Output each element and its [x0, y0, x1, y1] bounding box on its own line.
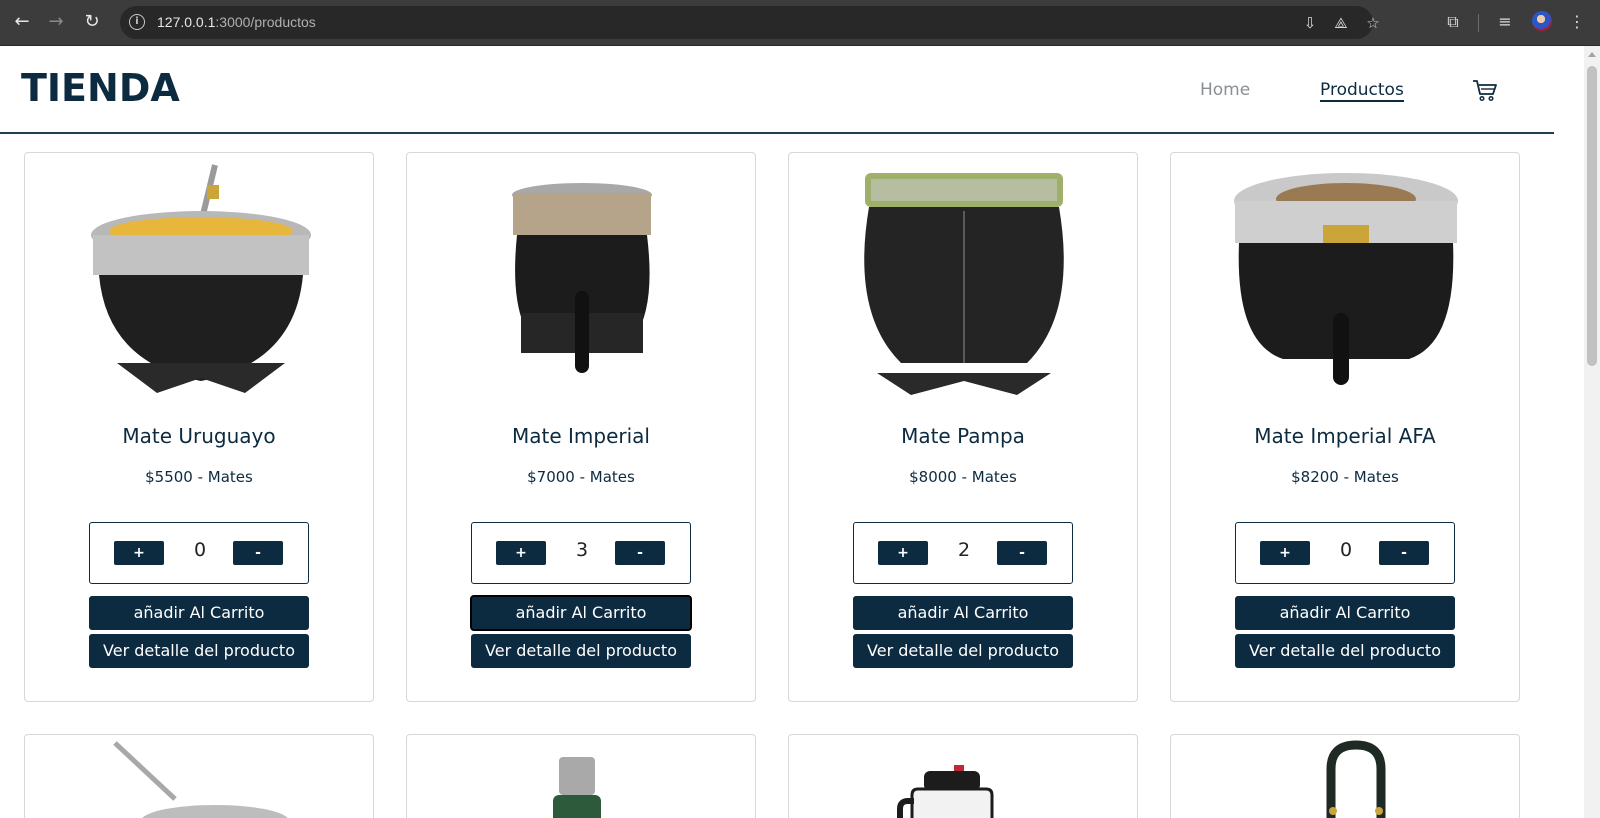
- qty-increase-button[interactable]: +: [878, 541, 928, 565]
- site-info-icon[interactable]: i: [129, 14, 145, 30]
- product-price: $8200 - Mates: [1291, 468, 1399, 486]
- cart-icon[interactable]: [1472, 78, 1498, 102]
- product-image-mate-pampa: [864, 173, 1064, 395]
- add-to-cart-button[interactable]: añadir Al Carrito: [470, 595, 692, 631]
- product-name: Mate Imperial AFA: [1254, 424, 1436, 448]
- product-price: $5500 - Mates: [145, 468, 253, 486]
- reload-icon[interactable]: ↻: [80, 10, 104, 34]
- toolbar-divider: [1478, 14, 1479, 32]
- page: TIENDA Home Productos Mate Uruguayo $550…: [0, 46, 1584, 818]
- view-detail-button[interactable]: Ver detalle del producto: [1235, 634, 1455, 668]
- product-image-matero: [1326, 740, 1386, 818]
- product-image-termo-blanco: [897, 765, 994, 818]
- product-image-mate-uruguayo: [91, 164, 311, 393]
- quantity-stepper: + 2 -: [853, 522, 1073, 584]
- product-image-mate-imperial: [512, 183, 652, 373]
- page-scrollbar[interactable]: [1584, 46, 1600, 818]
- product-card: [788, 734, 1138, 818]
- nav-productos[interactable]: Productos: [1320, 80, 1404, 102]
- add-to-cart-button[interactable]: añadir Al Carrito: [853, 596, 1073, 630]
- qty-value: 0: [193, 539, 207, 561]
- quantity-stepper: + 0 -: [1235, 522, 1455, 584]
- quantity-stepper: + 3 -: [471, 522, 691, 584]
- translate-icon[interactable]: ⟁: [1332, 14, 1350, 32]
- product-card: [406, 734, 756, 818]
- scroll-up-icon[interactable]: [1588, 52, 1596, 57]
- qty-decrease-button[interactable]: -: [1379, 541, 1429, 565]
- product-price: $8000 - Mates: [909, 468, 1017, 486]
- view-detail-button[interactable]: Ver detalle del producto: [853, 634, 1073, 668]
- qty-value: 3: [575, 539, 589, 561]
- scrollbar-thumb[interactable]: [1587, 66, 1597, 366]
- browser-toolbar: ← → ↻ i 127.0.0.1:3000/productos ⇩ ⟁ ☆ ⧉…: [0, 0, 1600, 46]
- url-text[interactable]: 127.0.0.1:3000/productos: [157, 14, 316, 30]
- product-card: Mate Imperial AFA $8200 - Mates + 0 - añ…: [1170, 152, 1520, 702]
- install-app-icon[interactable]: ⇩: [1301, 14, 1319, 32]
- product-image-mate-metal: [113, 741, 288, 818]
- qty-increase-button[interactable]: +: [496, 541, 546, 565]
- forward-icon[interactable]: →: [44, 10, 68, 34]
- nav-home[interactable]: Home: [1200, 80, 1250, 100]
- qty-decrease-button[interactable]: -: [997, 541, 1047, 565]
- reading-list-icon[interactable]: ≡: [1494, 11, 1516, 33]
- product-name: Mate Uruguayo: [122, 424, 276, 448]
- product-card: [1170, 734, 1520, 818]
- bookmark-star-icon[interactable]: ☆: [1364, 14, 1382, 32]
- product-card: Mate Imperial $7000 - Mates + 3 - añadir…: [406, 152, 756, 702]
- product-image-termo: [553, 757, 601, 818]
- address-bar[interactable]: i 127.0.0.1:3000/productos ⇩ ⟁ ☆: [120, 6, 1380, 39]
- add-to-cart-button[interactable]: añadir Al Carrito: [1235, 596, 1455, 630]
- qty-value: 2: [957, 539, 971, 561]
- product-image-mate-imperial-afa: [1234, 173, 1458, 385]
- brand-logo[interactable]: TIENDA: [21, 66, 180, 110]
- extensions-icon[interactable]: ⧉: [1442, 11, 1464, 33]
- qty-increase-button[interactable]: +: [1260, 541, 1310, 565]
- product-name: Mate Imperial: [512, 424, 650, 448]
- product-card: [24, 734, 374, 818]
- view-detail-button[interactable]: Ver detalle del producto: [89, 634, 309, 668]
- profile-avatar[interactable]: [1532, 11, 1552, 31]
- qty-increase-button[interactable]: +: [114, 541, 164, 565]
- menu-kebab-icon[interactable]: ⋮: [1566, 11, 1588, 33]
- quantity-stepper: + 0 -: [89, 522, 309, 584]
- qty-value: 0: [1339, 539, 1353, 561]
- product-name: Mate Pampa: [901, 424, 1025, 448]
- qty-decrease-button[interactable]: -: [233, 541, 283, 565]
- add-to-cart-button[interactable]: añadir Al Carrito: [89, 596, 309, 630]
- product-price: $7000 - Mates: [527, 468, 635, 486]
- product-card: Mate Uruguayo $5500 - Mates + 0 - añadir…: [24, 152, 374, 702]
- site-header: TIENDA Home Productos: [0, 46, 1554, 134]
- qty-decrease-button[interactable]: -: [615, 541, 665, 565]
- back-icon[interactable]: ←: [10, 10, 34, 34]
- product-card: Mate Pampa $8000 - Mates + 2 - añadir Al…: [788, 152, 1138, 702]
- view-detail-button[interactable]: Ver detalle del producto: [471, 634, 691, 668]
